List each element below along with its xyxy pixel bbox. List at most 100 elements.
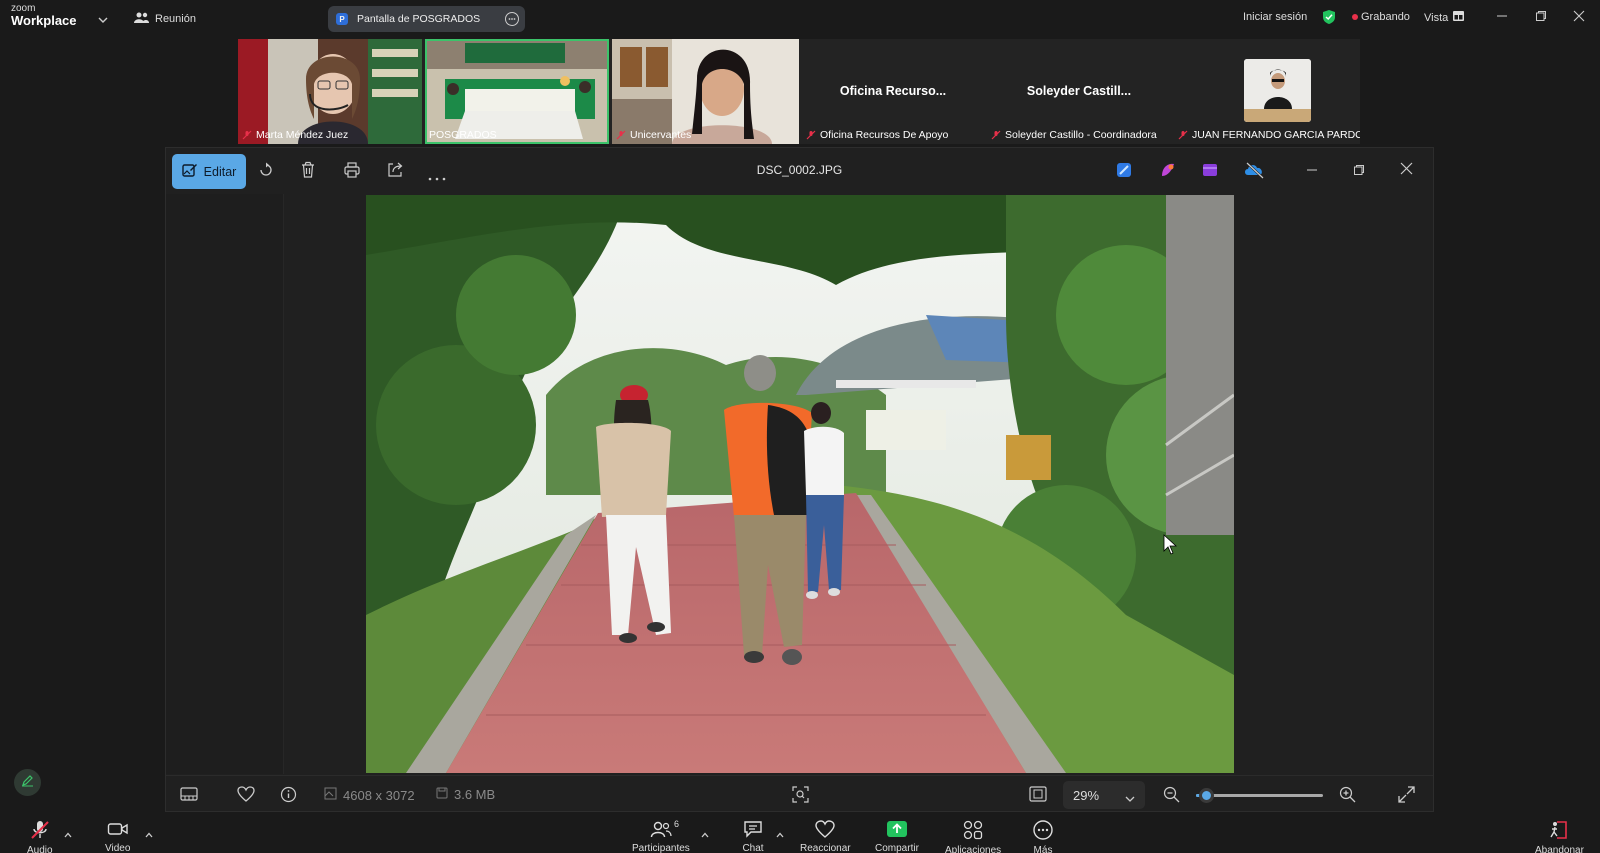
video-button[interactable]: Video xyxy=(105,820,130,853)
share-title: Pantalla de POSGRADOS xyxy=(357,13,481,25)
participant-tile[interactable]: Oficina Recurso... Oficina Recursos De A… xyxy=(802,39,984,144)
close-icon[interactable] xyxy=(1573,9,1585,27)
image-dimensions: 4608 x 3072 xyxy=(324,787,415,803)
chat-label: Chat xyxy=(742,843,764,853)
edit-button[interactable]: Editar xyxy=(172,154,246,189)
photo-image xyxy=(366,195,1234,773)
dimensions-value: 4608 x 3072 xyxy=(343,787,415,803)
zoom-slider[interactable] xyxy=(1196,788,1323,803)
participant-caption: POSGRADOS xyxy=(429,129,497,141)
participant-short-name: Oficina Recurso... xyxy=(839,84,947,98)
print-icon[interactable] xyxy=(343,161,361,184)
meeting-menu[interactable]: Reunión xyxy=(134,11,196,27)
edit-image-icon xyxy=(181,163,198,181)
more-button[interactable]: Más xyxy=(1032,820,1054,853)
file-size: 3.6 MB xyxy=(436,787,495,802)
filmstrip-toggle-icon[interactable] xyxy=(180,787,198,801)
share-screen-button[interactable]: Compartir xyxy=(875,820,919,853)
leave-button[interactable]: Abandonar xyxy=(1535,820,1584,853)
react-button[interactable]: Reaccionar xyxy=(800,820,851,853)
displayed-photo[interactable] xyxy=(366,195,1234,773)
sign-in-link[interactable]: Iniciar sesión xyxy=(1243,11,1307,23)
zoom-level-dropdown[interactable]: 29% xyxy=(1063,781,1145,809)
caret-up-icon[interactable] xyxy=(64,825,72,843)
zoom-out-icon[interactable] xyxy=(1163,786,1180,803)
participant-caption: Oficina Recursos De Apoyo xyxy=(806,129,948,141)
mic-muted-icon xyxy=(1178,130,1188,140)
minimize-icon[interactable] xyxy=(1306,163,1318,181)
participant-name: Oficina Recursos De Apoyo xyxy=(820,129,949,141)
delete-icon[interactable] xyxy=(300,161,316,184)
participant-caption: JUAN FERNANDO GARCIA PARDO xyxy=(1178,129,1360,141)
more-options-icon[interactable] xyxy=(505,12,519,26)
participant-caption: Unicervantes xyxy=(616,129,691,141)
zoom-in-icon[interactable] xyxy=(1339,786,1356,803)
participant-tile[interactable]: Unicervantes xyxy=(612,39,799,144)
recording-label: Grabando xyxy=(1361,11,1410,23)
restore-icon[interactable] xyxy=(1353,163,1365,181)
record-dot-icon xyxy=(1352,14,1358,20)
info-icon[interactable] xyxy=(280,786,297,803)
viewer-status-bar: 4608 x 3072 3.6 MB 29% xyxy=(166,775,1433,813)
chat-button[interactable]: Chat xyxy=(742,820,764,853)
photo-viewer-window: Editar DSC_0002.JPG 4608 x 3072 3.6 MB 2… xyxy=(165,147,1434,812)
participant-caption: Marta Méndez Juez xyxy=(242,129,348,141)
sign-in-label: Iniciar sesión xyxy=(1243,11,1308,23)
screen-share-pill[interactable]: P Pantalla de POSGRADOS xyxy=(328,6,525,32)
people-icon xyxy=(134,11,149,27)
zoom-workplace-logo[interactable]: zoom Workplace xyxy=(11,4,77,28)
leave-door-icon xyxy=(1548,820,1570,843)
mic-muted-icon xyxy=(242,130,252,140)
dimensions-icon xyxy=(324,787,337,803)
restore-icon[interactable] xyxy=(1535,9,1547,27)
participants-count: 6 xyxy=(674,819,680,829)
recording-indicator[interactable]: Grabando xyxy=(1352,11,1410,23)
participant-name: POSGRADOS xyxy=(429,129,497,141)
audio-button[interactable]: Audio xyxy=(27,820,53,853)
share-screen-icon xyxy=(886,820,908,841)
fullscreen-icon[interactable] xyxy=(1398,786,1415,803)
react-label: Reaccionar xyxy=(800,843,851,853)
participant-name: JUAN FERNANDO GARCIA PARDO xyxy=(1192,129,1360,141)
save-disk-icon xyxy=(436,787,448,802)
view-menu[interactable]: Vista xyxy=(1424,11,1465,24)
zoom-level-value: 29% xyxy=(1073,787,1100,803)
participant-tile[interactable]: POSGRADOS xyxy=(425,39,609,144)
zoom-slider-thumb[interactable] xyxy=(1199,788,1215,803)
chat-bubble-icon xyxy=(742,820,764,841)
mic-muted-icon xyxy=(991,130,1001,140)
onedrive-off-icon[interactable] xyxy=(1244,161,1266,184)
designer-app-icon[interactable] xyxy=(1115,161,1133,184)
participant-tile[interactable]: Marta Méndez Juez xyxy=(238,39,422,144)
fit-to-window-icon[interactable] xyxy=(1029,786,1047,802)
participant-name: Unicervantes xyxy=(630,129,692,141)
caret-up-icon[interactable] xyxy=(701,825,709,843)
minimize-icon[interactable] xyxy=(1496,9,1508,27)
rotate-icon[interactable] xyxy=(257,161,275,184)
share-icon[interactable] xyxy=(386,161,404,184)
logo-big-text: Workplace xyxy=(11,13,77,28)
visual-search-icon[interactable] xyxy=(792,786,809,803)
more-options-icon[interactable] xyxy=(428,168,446,186)
chevron-down-icon[interactable] xyxy=(98,11,108,29)
participants-label: Participantes xyxy=(632,843,690,853)
annotate-pen-button[interactable] xyxy=(14,769,41,796)
more-label: Más xyxy=(1033,845,1053,853)
apps-icon xyxy=(962,820,984,843)
favorite-heart-icon[interactable] xyxy=(237,786,255,802)
participant-short-name: Soleyder Castill... xyxy=(1026,84,1132,98)
participant-tile[interactable]: Soleyder Castill... Soleyder Castillo - … xyxy=(987,39,1171,144)
view-label: Vista xyxy=(1424,11,1449,24)
caret-up-icon[interactable] xyxy=(776,825,784,843)
participant-tile[interactable]: JUAN FERNANDO GARCIA PARDO xyxy=(1174,39,1360,144)
caret-up-icon[interactable] xyxy=(145,825,153,843)
share-app-badge: P xyxy=(336,13,348,25)
apps-button[interactable]: Aplicaciones xyxy=(945,820,1001,853)
participants-button[interactable]: Participantes xyxy=(632,820,690,853)
clipchamp-icon[interactable] xyxy=(1201,161,1219,184)
paint-app-icon[interactable] xyxy=(1159,161,1177,184)
security-shield-icon[interactable] xyxy=(1322,9,1336,25)
close-icon[interactable] xyxy=(1400,162,1413,180)
video-camera-icon xyxy=(107,820,129,841)
video-label: Video xyxy=(105,843,131,853)
